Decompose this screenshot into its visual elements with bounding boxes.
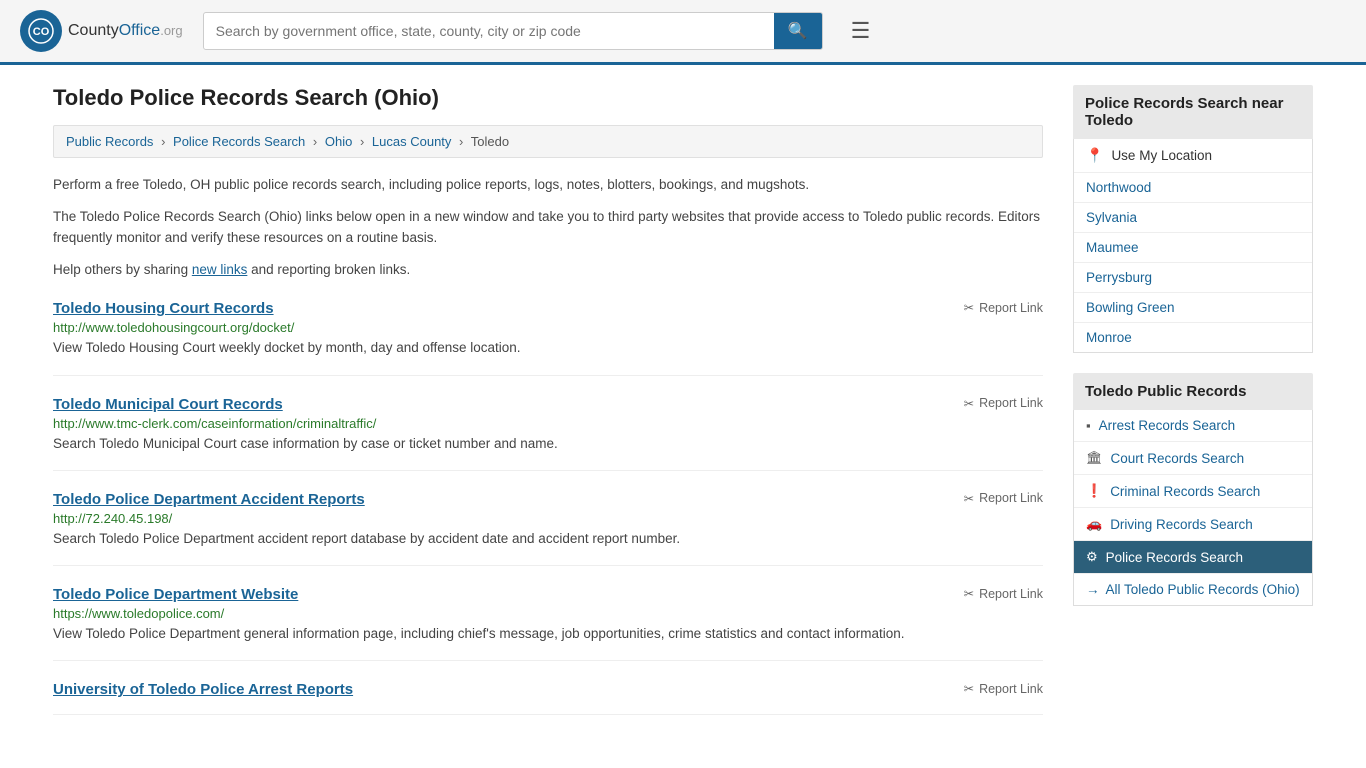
public-records-section: Toledo Public Records ▪ Arrest Records Se… xyxy=(1073,373,1313,606)
report-link-button[interactable]: ✂ Report Link xyxy=(964,396,1043,411)
logo-icon: CO xyxy=(20,10,62,52)
nearby-city-link[interactable]: Sylvania xyxy=(1074,203,1312,233)
breadcrumb-item-toledo: Toledo xyxy=(471,134,509,149)
record-title[interactable]: University of Toledo Police Arrest Repor… xyxy=(53,681,353,698)
breadcrumb-item-police-records-search[interactable]: Police Records Search xyxy=(173,134,305,149)
public-records-item[interactable]: ❗ Criminal Records Search xyxy=(1074,475,1312,508)
description-para2: The Toledo Police Records Search (Ohio) … xyxy=(53,206,1043,249)
public-records-item-icon: 🏛 xyxy=(1086,450,1103,466)
nearby-content: 📍 Use My Location NorthwoodSylvaniaMaume… xyxy=(1073,139,1313,353)
all-records-label: All Toledo Public Records (Ohio) xyxy=(1106,582,1300,597)
logo-text: CountyOffice.org xyxy=(68,22,183,40)
nearby-header: Police Records Search near Toledo xyxy=(1073,85,1313,139)
public-records-items-list: ▪ Arrest Records Search 🏛 Court Records Sea… xyxy=(1074,410,1312,573)
record-url[interactable]: https://www.toledopolice.com/ xyxy=(53,606,1043,621)
public-records-item-icon: ⚙ xyxy=(1086,549,1098,565)
record-url[interactable]: http://www.toledohousingcourt.org/docket… xyxy=(53,320,1043,335)
record-entry: University of Toledo Police Arrest Repor… xyxy=(53,681,1043,715)
report-link-button[interactable]: ✂ Report Link xyxy=(964,300,1043,315)
public-records-item-icon: 🚗 xyxy=(1086,516,1102,532)
public-records-item-label[interactable]: Court Records Search xyxy=(1111,451,1245,466)
report-link-button[interactable]: ✂ Report Link xyxy=(964,491,1043,506)
search-button[interactable]: 🔍 xyxy=(774,13,822,49)
record-description: View Toledo Police Department general in… xyxy=(53,624,1043,644)
report-link-button[interactable]: ✂ Report Link xyxy=(964,681,1043,696)
report-icon: ✂ xyxy=(964,491,974,506)
record-title[interactable]: Toledo Housing Court Records xyxy=(53,300,274,317)
record-entry: Toledo Housing Court Records ✂ Report Lin… xyxy=(53,300,1043,375)
nearby-city-link[interactable]: Perrysburg xyxy=(1074,263,1312,293)
public-records-item[interactable]: 🚗 Driving Records Search xyxy=(1074,508,1312,541)
record-title[interactable]: Toledo Municipal Court Records xyxy=(53,396,283,413)
new-links-link[interactable]: new links xyxy=(192,262,248,277)
page-title: Toledo Police Records Search (Ohio) xyxy=(53,85,1043,111)
record-title[interactable]: Toledo Police Department Website xyxy=(53,586,298,603)
arrow-right-icon: → xyxy=(1086,582,1100,597)
public-records-item-label[interactable]: Driving Records Search xyxy=(1110,517,1253,532)
public-records-header: Toledo Public Records xyxy=(1073,373,1313,410)
breadcrumb-item-public-records[interactable]: Public Records xyxy=(66,134,153,149)
all-records-link[interactable]: → All Toledo Public Records (Ohio) xyxy=(1074,573,1312,605)
hamburger-menu-button[interactable]: ☰ xyxy=(843,16,879,46)
report-icon: ✂ xyxy=(964,681,974,696)
public-records-item-label[interactable]: Criminal Records Search xyxy=(1110,484,1260,499)
record-url[interactable]: http://www.tmc-clerk.com/caseinformation… xyxy=(53,416,1043,431)
use-my-location-item[interactable]: 📍 Use My Location xyxy=(1074,139,1312,173)
public-records-content: ▪ Arrest Records Search 🏛 Court Records Sea… xyxy=(1073,410,1313,606)
breadcrumb-item-lucas-county[interactable]: Lucas County xyxy=(372,134,452,149)
records-list: Toledo Housing Court Records ✂ Report Lin… xyxy=(53,300,1043,715)
public-records-item-label[interactable]: Police Records Search xyxy=(1106,550,1243,565)
nearby-city-link[interactable]: Bowling Green xyxy=(1074,293,1312,323)
public-records-item[interactable]: 🏛 Court Records Search xyxy=(1074,442,1312,475)
public-records-item-label[interactable]: Arrest Records Search xyxy=(1099,418,1236,433)
record-entry: Toledo Police Department Accident Report… xyxy=(53,491,1043,566)
search-input[interactable] xyxy=(204,15,774,47)
record-entry: Toledo Police Department Website ✂ Report… xyxy=(53,586,1043,661)
record-description: Search Toledo Police Department accident… xyxy=(53,529,1043,549)
report-icon: ✂ xyxy=(964,396,974,411)
location-pin-icon: 📍 xyxy=(1086,147,1103,164)
use-my-location-label: Use My Location xyxy=(1111,148,1212,163)
description-para1: Perform a free Toledo, OH public police … xyxy=(53,174,1043,196)
public-records-item-icon: ▪ xyxy=(1086,418,1091,433)
report-icon: ✂ xyxy=(964,586,974,601)
public-records-item-icon: ❗ xyxy=(1086,483,1102,499)
logo[interactable]: CO CountyOffice.org xyxy=(20,10,183,52)
report-link-button[interactable]: ✂ Report Link xyxy=(964,586,1043,601)
nearby-city-link[interactable]: Monroe xyxy=(1074,323,1312,352)
breadcrumb: Public Records › Police Records Search ›… xyxy=(53,125,1043,158)
record-description: View Toledo Housing Court weekly docket … xyxy=(53,338,1043,358)
nearby-city-link[interactable]: Maumee xyxy=(1074,233,1312,263)
public-records-item[interactable]: ⚙ Police Records Search xyxy=(1074,541,1312,573)
search-bar: 🔍 xyxy=(203,12,823,50)
breadcrumb-item-ohio[interactable]: Ohio xyxy=(325,134,352,149)
nearby-city-link[interactable]: Northwood xyxy=(1074,173,1312,203)
description-para3: Help others by sharing new links and rep… xyxy=(53,259,1043,281)
record-title[interactable]: Toledo Police Department Accident Report… xyxy=(53,491,365,508)
public-records-item[interactable]: ▪ Arrest Records Search xyxy=(1074,410,1312,442)
report-icon: ✂ xyxy=(964,300,974,315)
record-description: Search Toledo Municipal Court case infor… xyxy=(53,434,1043,454)
svg-text:CO: CO xyxy=(33,26,50,38)
record-entry: Toledo Municipal Court Records ✂ Report L… xyxy=(53,396,1043,471)
nearby-cities-list: NorthwoodSylvaniaMaumeePerrysburgBowling… xyxy=(1074,173,1312,352)
nearby-section: Police Records Search near Toledo 📍 Use … xyxy=(1073,85,1313,353)
record-url[interactable]: http://72.240.45.198/ xyxy=(53,511,1043,526)
